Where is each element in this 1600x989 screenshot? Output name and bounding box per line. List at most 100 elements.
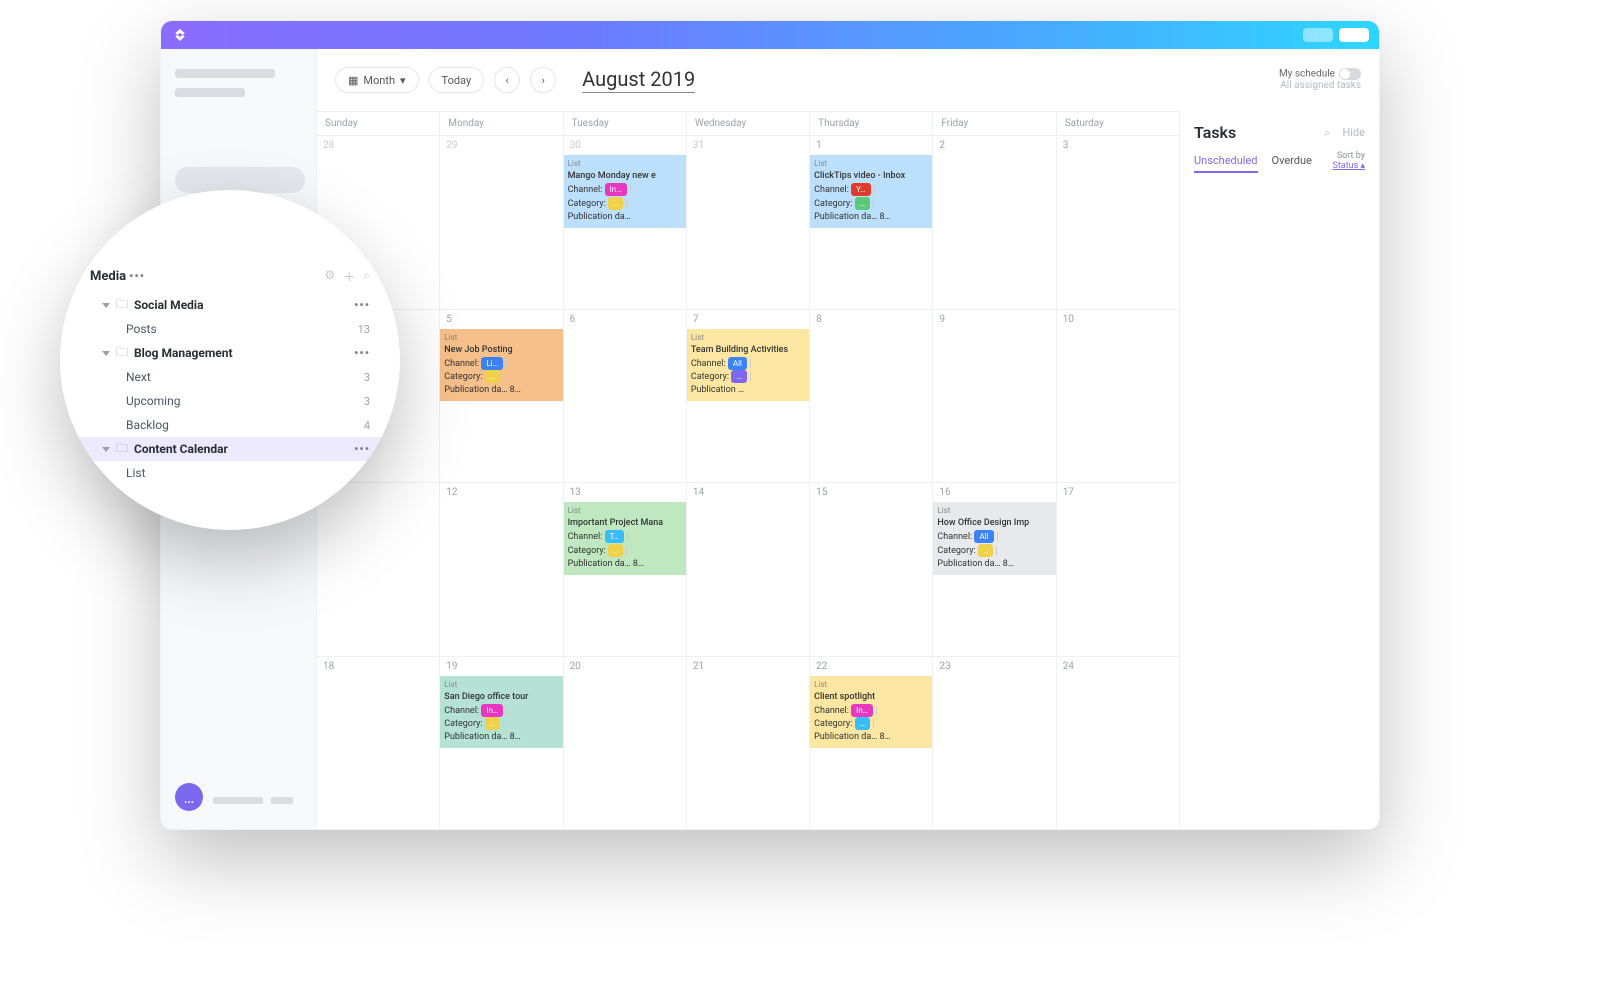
list-item[interactable]: Posts13 [90,317,370,341]
window-control-pill[interactable] [1303,28,1333,42]
day-cell[interactable]: 5ListNew Job PostingChannel: Li…Category… [440,309,563,483]
view-label: Month [363,74,395,87]
search-icon[interactable]: ⌕ [1324,126,1330,140]
day-header: Monday [440,112,563,135]
task-title: ClickTips video - Inbox [814,170,928,183]
task-card[interactable]: ListSan Diego office tourChannel: In…Cat… [440,676,562,749]
list-item[interactable]: Next3 [90,365,370,389]
task-list-label: List [568,504,682,517]
folder-item[interactable]: 🗀Social Media••• [90,293,370,317]
task-pub-row: Publication da… 8… [937,558,1051,571]
task-card[interactable]: ListNew Job PostingChannel: Li…Category:… [440,329,562,402]
task-card[interactable]: ListImportant Project ManaChannel: T…Cat… [564,502,686,575]
plus-icon[interactable]: ＋ [343,268,355,285]
gear-icon[interactable]: ⚙ [324,268,335,285]
today-button[interactable]: Today [429,67,485,93]
task-card[interactable]: ListClickTips video - InboxChannel: Y…Ca… [810,155,932,228]
task-category-row: Category: … [814,197,928,211]
channel-chip: T… [605,530,624,543]
day-cell[interactable]: 3 [1057,135,1179,309]
tab-overdue[interactable]: Overdue [1272,154,1312,173]
day-cell[interactable]: 21 [687,656,810,830]
day-header: Friday [933,112,1056,135]
day-cell[interactable]: 20 [564,656,687,830]
search-icon[interactable]: ⌕ [363,268,370,285]
day-number: 3 [1057,136,1179,155]
day-cell[interactable]: 7ListTeam Building ActivitiesChannel: Al… [687,309,810,483]
day-cell[interactable]: 17 [1057,482,1179,656]
day-cell[interactable]: 14 [687,482,810,656]
task-card[interactable]: ListTeam Building ActivitiesChannel: All… [687,329,809,402]
list-name: Backlog [126,418,169,432]
day-cell[interactable]: 19ListSan Diego office tourChannel: In…C… [440,656,563,830]
my-schedule-toggle[interactable]: My schedule All assigned tasks [1279,68,1361,93]
day-cell[interactable]: 23 [933,656,1056,830]
list-item[interactable]: List8 [90,461,370,485]
category-chip: … [731,370,746,383]
task-pub-row: Publication … [691,384,805,397]
more-icon[interactable]: ••• [129,269,145,283]
day-cell[interactable]: 12 [440,482,563,656]
calendar-grid: SundayMondayTuesdayWednesdayThursdayFrid… [317,111,1179,829]
toggle-icon[interactable] [1339,68,1361,80]
folder-name: Blog Management [134,346,233,360]
category-chip: … [855,197,870,210]
task-pub-row: Publication da… 8… [568,558,682,571]
day-cell[interactable]: 24 [1057,656,1179,830]
task-card[interactable]: ListHow Office Design ImpChannel: AllCat… [933,502,1055,575]
list-item[interactable]: Upcoming3 [90,389,370,413]
day-number: 9 [933,310,1055,329]
task-channel-row: Channel: In… [814,704,928,718]
day-cell[interactable]: 2 [933,135,1056,309]
category-chip: … [485,370,500,383]
day-number: 20 [564,657,686,676]
window-control-pill[interactable] [1339,28,1369,42]
calendar-title: August 2019 [582,67,695,93]
day-cell[interactable]: 11 [317,482,440,656]
day-cell[interactable]: 6 [564,309,687,483]
item-count: 3 [364,371,370,384]
day-cell[interactable]: 15 [810,482,933,656]
day-cell[interactable]: 22ListClient spotlightChannel: In…Catego… [810,656,933,830]
day-cell[interactable]: 29 [440,135,563,309]
task-card[interactable]: ListMango Monday new eChannel: In…Catego… [564,155,686,228]
day-cell[interactable]: 31 [687,135,810,309]
tab-unscheduled[interactable]: Unscheduled [1194,154,1258,173]
task-list-label: List [568,157,682,170]
task-channel-row: Channel: T… [568,530,682,544]
caret-down-icon [102,351,110,356]
day-number: 28 [317,136,439,155]
day-cell[interactable]: 1ListClickTips video - InboxChannel: Y…C… [810,135,933,309]
next-button[interactable]: › [530,67,556,93]
day-cell[interactable]: 18 [317,656,440,830]
day-cell[interactable]: 10 [1057,309,1179,483]
task-card[interactable]: ListClient spotlightChannel: In…Category… [810,676,932,749]
placeholder-line [175,88,245,97]
view-selector-button[interactable]: ▦ Month ▾ [335,67,419,93]
day-cell[interactable]: 16ListHow Office Design ImpChannel: AllC… [933,482,1056,656]
search-placeholder[interactable] [175,167,305,193]
day-cell[interactable]: 13ListImportant Project ManaChannel: T…C… [564,482,687,656]
day-cell[interactable]: 8 [810,309,933,483]
more-icon[interactable]: ••• [354,442,370,456]
space-name[interactable]: Media [90,269,126,284]
folder-item[interactable]: 🗀Content Calendar••• [60,437,400,461]
list-item[interactable]: Backlog4 [90,413,370,437]
hide-button[interactable]: Hide [1342,126,1365,140]
day-cell[interactable]: 9 [933,309,1056,483]
day-number: 16 [933,483,1055,502]
task-list-label: List [444,678,558,691]
category-chip: … [608,544,623,557]
task-channel-row: Channel: Li… [444,357,558,371]
task-channel-row: Channel: All [937,530,1051,544]
more-icon[interactable]: ••• [354,346,370,360]
folder-item[interactable]: 🗀Blog Management••• [90,341,370,365]
chat-icon[interactable]: … [175,783,203,811]
day-cell[interactable]: 30ListMango Monday new eChannel: In…Cate… [564,135,687,309]
more-icon[interactable]: ••• [354,298,370,312]
day-number: 2 [933,136,1055,155]
category-chip: … [855,717,870,730]
channel-chip: Y… [851,183,870,196]
day-number: 15 [810,483,932,502]
prev-button[interactable]: ‹ [494,67,520,93]
